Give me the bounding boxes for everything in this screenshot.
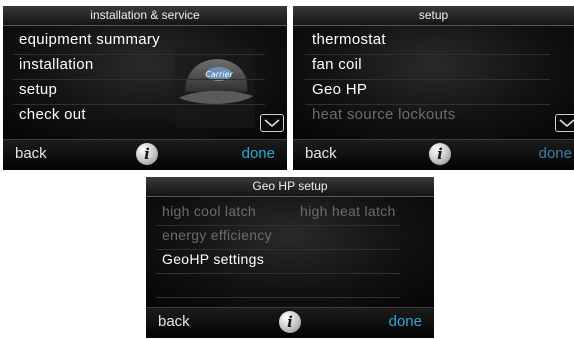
- divider: [13, 54, 265, 55]
- menu-item-geohp-settings[interactable]: GeoHP settings: [162, 251, 264, 267]
- divider: [305, 54, 550, 55]
- divider: [305, 104, 550, 105]
- back-button[interactable]: back: [305, 145, 337, 162]
- cap-logo-icon: Carrier: [173, 46, 257, 132]
- done-button[interactable]: done: [242, 145, 275, 162]
- done-button[interactable]: done: [389, 313, 422, 330]
- menu-item-high-heat-latch: high heat latch: [300, 203, 396, 219]
- info-icon[interactable]: i: [136, 143, 158, 165]
- chevron-down-icon[interactable]: [260, 114, 284, 132]
- divider: [13, 79, 265, 80]
- menu-item-setup[interactable]: setup: [19, 81, 57, 98]
- menu-item-heat-source-lockouts: heat source lockouts: [312, 106, 456, 123]
- screen-title: Geo HP setup: [146, 177, 434, 197]
- svg-text:Carrier: Carrier: [205, 70, 233, 79]
- done-button[interactable]: done: [539, 145, 572, 162]
- bottom-bar: back i done: [3, 139, 287, 170]
- screen-title: setup: [293, 6, 574, 26]
- bottom-bar: back i done: [146, 307, 434, 338]
- divider: [156, 273, 400, 274]
- divider: [156, 249, 400, 250]
- divider: [156, 225, 400, 226]
- menu-area: Carrier equipment summary installation s…: [3, 26, 287, 139]
- menu-item-high-cool-latch: high cool latch: [162, 203, 257, 219]
- bottom-bar: back i done: [293, 139, 574, 170]
- menu-area: thermostat fan coil Geo HP heat source l…: [293, 26, 574, 139]
- menu-item-check-out[interactable]: check out: [19, 106, 86, 123]
- info-icon[interactable]: i: [279, 311, 301, 333]
- menu-item-thermostat[interactable]: thermostat: [312, 31, 386, 48]
- screen-title: installation & service: [3, 6, 287, 26]
- info-icon[interactable]: i: [429, 143, 451, 165]
- installation-service-screen: installation & service Carrier equipment…: [3, 6, 287, 170]
- divider: [13, 104, 265, 105]
- menu-item-equipment-summary[interactable]: equipment summary: [19, 31, 160, 48]
- setup-screen: setup thermostat fan coil Geo HP heat so…: [293, 6, 574, 170]
- menu-item-fan-coil[interactable]: fan coil: [312, 56, 362, 73]
- menu-area: high cool latch high heat latch energy e…: [146, 197, 434, 307]
- chevron-down-icon[interactable]: [555, 114, 574, 132]
- menu-item-installation[interactable]: installation: [19, 56, 93, 73]
- menu-item-geo-hp[interactable]: Geo HP: [312, 81, 367, 98]
- back-button[interactable]: back: [158, 313, 190, 330]
- divider: [156, 297, 400, 298]
- back-button[interactable]: back: [15, 145, 47, 162]
- divider: [305, 79, 550, 80]
- menu-item-energy-efficiency: energy efficiency: [162, 227, 272, 243]
- geo-hp-setup-screen: Geo HP setup high cool latch high heat l…: [146, 177, 434, 338]
